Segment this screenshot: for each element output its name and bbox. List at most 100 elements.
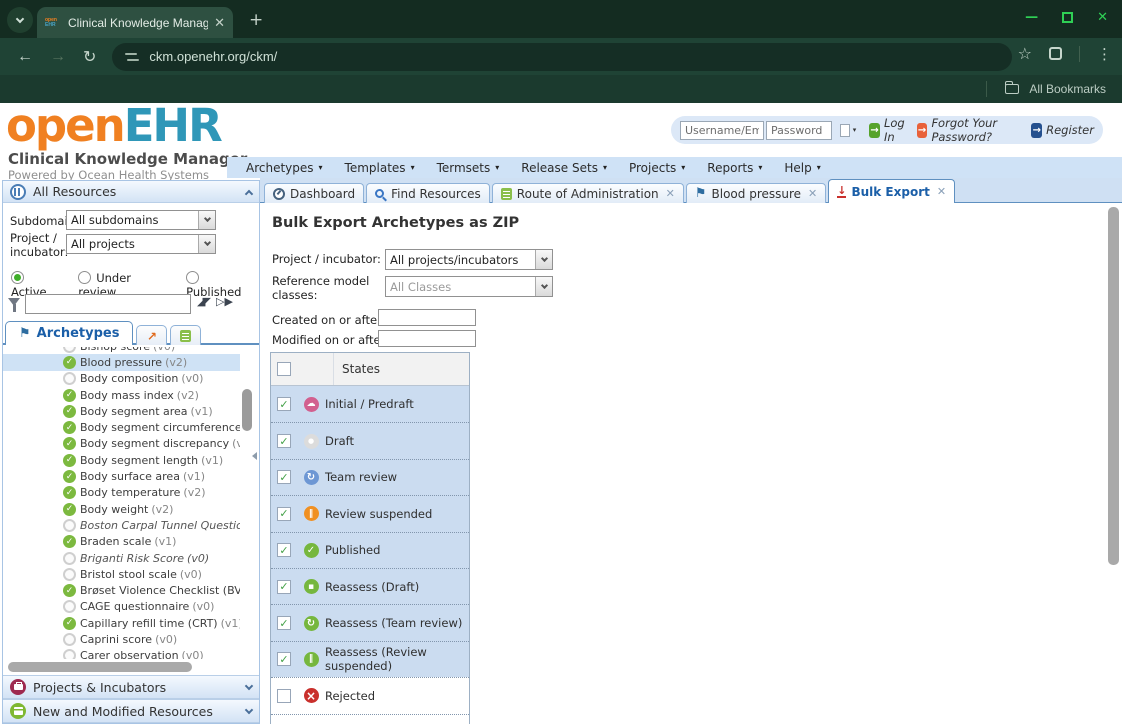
menu-termsets[interactable]: Termsets▾ <box>426 161 511 175</box>
expand-chevron-icon[interactable] <box>245 706 253 714</box>
horizontal-scrollbar-thumb[interactable] <box>8 662 192 672</box>
created-date-input[interactable] <box>378 309 476 326</box>
panel-new-and-modified-resources[interactable]: New and Modified Resources <box>3 699 259 723</box>
tree-item[interactable]: Briganti Risk Score(v0) <box>3 550 240 566</box>
username-field[interactable] <box>680 121 764 140</box>
register-link[interactable]: Register <box>1046 123 1094 137</box>
tree-item[interactable]: ✓Capillary refill time (CRT)(v1) <box>3 615 240 631</box>
tree-item-version: (v0) <box>187 552 209 565</box>
subdomain-select[interactable]: All subdomains <box>66 210 216 230</box>
maximize-button[interactable] <box>1062 12 1073 23</box>
collapse-chevron-icon[interactable] <box>245 189 253 197</box>
state-checkbox[interactable] <box>277 689 291 703</box>
site-info-icon[interactable] <box>125 51 139 63</box>
minimize-button[interactable]: — <box>1025 11 1038 24</box>
tree-item[interactable]: ✓Body surface area(v1) <box>3 468 240 484</box>
new-tab-button[interactable]: + <box>249 10 263 30</box>
state-checkbox[interactable]: ✓ <box>277 434 291 448</box>
clear-filter-icon[interactable]: ◢◤ <box>197 295 208 308</box>
filter-input[interactable] <box>25 294 191 314</box>
tab-close-icon[interactable]: ✕ <box>214 15 225 31</box>
all-resources-header[interactable]: All Resources <box>3 181 259 203</box>
state-checkbox[interactable]: ✓ <box>277 616 291 630</box>
sidebar-collapse-handle[interactable] <box>252 452 257 460</box>
address-bar[interactable]: ckm.openehr.org/ckm/ <box>112 43 1012 71</box>
sidebar-scrollbar-thumb[interactable] <box>242 389 252 431</box>
tree-item[interactable]: ✓Body segment area(v1) <box>3 403 240 419</box>
forward-button[interactable]: → <box>50 48 66 66</box>
select-arrow-icon[interactable] <box>535 250 552 269</box>
login-button[interactable]: Log In <box>884 116 909 144</box>
tree-item[interactable]: Bristol stool scale(v0) <box>3 566 240 582</box>
tree-item[interactable]: Body composition(v0) <box>3 371 240 387</box>
tab-termsets[interactable] <box>170 325 201 345</box>
browser-menu-icon[interactable]: ⋮ <box>1097 45 1112 63</box>
tree-item[interactable]: ✓Blood pressure(v2) <box>3 354 240 370</box>
state-cloud-icon: ☁ <box>304 397 319 412</box>
state-checkbox[interactable]: ✓ <box>277 470 291 484</box>
login-arrow-icon[interactable]: → <box>869 123 880 138</box>
menu-reports[interactable]: Reports▾ <box>696 161 773 175</box>
modified-date-input[interactable] <box>378 330 476 347</box>
select-all-checkbox[interactable] <box>277 362 291 376</box>
reload-button[interactable]: ↻ <box>83 47 96 67</box>
doc-tab-bulk-export[interactable]: ↓Bulk Export✕ <box>828 179 955 203</box>
main-scrollbar-thumb[interactable] <box>1108 207 1119 565</box>
menu-release-sets[interactable]: Release Sets▾ <box>510 161 618 175</box>
expand-all-icon[interactable]: ▷▶ <box>216 295 233 308</box>
doc-tab-find-resources[interactable]: Find Resources <box>366 183 490 203</box>
state-checkbox[interactable]: ✓ <box>277 397 291 411</box>
window-close-button[interactable]: ✕ <box>1097 11 1108 24</box>
project-select[interactable]: All projects <box>66 234 216 254</box>
state-checkbox[interactable]: ✓ <box>277 652 291 666</box>
forgot-password-link[interactable]: Forgot Your Password? <box>931 116 1023 144</box>
forgot-arrow-icon[interactable]: → <box>917 123 928 138</box>
back-button[interactable]: ← <box>17 48 33 66</box>
expand-chevron-icon[interactable] <box>245 682 253 690</box>
tree-item[interactable]: ✓Brøset Violence Checklist (BVC)(v1) <box>3 582 240 598</box>
doc-tab-blood-pressure[interactable]: ⚑Blood pressure✕ <box>686 183 826 203</box>
tab-archetypes[interactable]: ⚑ Archetypes <box>5 321 133 345</box>
tree-item[interactable]: ✓Body segment length(v1) <box>3 452 240 468</box>
tree-item[interactable]: ✓Body temperature(v2) <box>3 485 240 501</box>
bookmark-star-icon[interactable]: ☆ <box>1018 44 1032 63</box>
tab-search-button[interactable] <box>7 7 33 33</box>
state-checkbox[interactable]: ✓ <box>277 507 291 521</box>
all-bookmarks-button[interactable]: All Bookmarks <box>1029 82 1106 96</box>
menu-help[interactable]: Help▾ <box>773 161 831 175</box>
tab-close-icon[interactable]: ✕ <box>666 187 675 200</box>
tab-templates[interactable]: → <box>136 325 167 345</box>
tree-item[interactable]: ✓Body segment discrepancy(v1) <box>3 436 240 452</box>
menu-archetypes[interactable]: Archetypes▾ <box>235 161 334 175</box>
menu-templates[interactable]: Templates▾ <box>334 161 426 175</box>
sidebar-bottom-panels: Projects & IncubatorsNew and Modified Re… <box>3 675 259 723</box>
tree-item[interactable]: Carer observation(v0) <box>3 648 240 659</box>
project-incubator-select[interactable]: All projects/incubators <box>385 249 553 270</box>
tree-item[interactable]: ✓Body weight(v2) <box>3 501 240 517</box>
select-arrow-icon[interactable] <box>198 235 215 253</box>
register-arrow-icon[interactable]: → <box>1031 123 1042 138</box>
tree-item[interactable]: Bishop score(v0) <box>3 347 240 354</box>
doc-tab-dashboard[interactable]: Dashboard <box>264 183 364 203</box>
menu-projects[interactable]: Projects▾ <box>618 161 696 175</box>
state-checkbox[interactable]: ✓ <box>277 580 291 594</box>
openehr-logo[interactable]: openEHR <box>6 103 221 149</box>
select-arrow-icon[interactable] <box>198 211 215 229</box>
tree-item[interactable]: ✓Braden scale(v1) <box>3 534 240 550</box>
tab-close-icon[interactable]: ✕ <box>808 187 817 200</box>
remember-me-checkbox[interactable] <box>840 124 850 137</box>
tree-item[interactable]: ✓Body segment circumference(v1) <box>3 419 240 435</box>
tree-item[interactable]: ✓Body mass index(v2) <box>3 387 240 403</box>
password-field[interactable] <box>766 121 832 140</box>
extensions-icon[interactable] <box>1049 47 1062 60</box>
tree-item[interactable]: Boston Carpal Tunnel Questionnaire . <box>3 517 240 533</box>
published-status-icon: ✓ <box>63 389 76 402</box>
doc-tab-route-of-administration[interactable]: Route of Administration✕ <box>492 183 684 203</box>
login-caret-icon[interactable]: ▾ <box>853 126 857 134</box>
state-checkbox[interactable]: ✓ <box>277 543 291 557</box>
tab-close-icon[interactable]: ✕ <box>937 185 946 198</box>
browser-tab[interactable]: openEHR Clinical Knowledge Manager ✕ <box>37 7 233 38</box>
tree-item[interactable]: Caprini score(v0) <box>3 631 240 647</box>
panel-projects-incubators[interactable]: Projects & Incubators <box>3 675 259 699</box>
tree-item[interactable]: CAGE questionnaire(v0) <box>3 599 240 615</box>
